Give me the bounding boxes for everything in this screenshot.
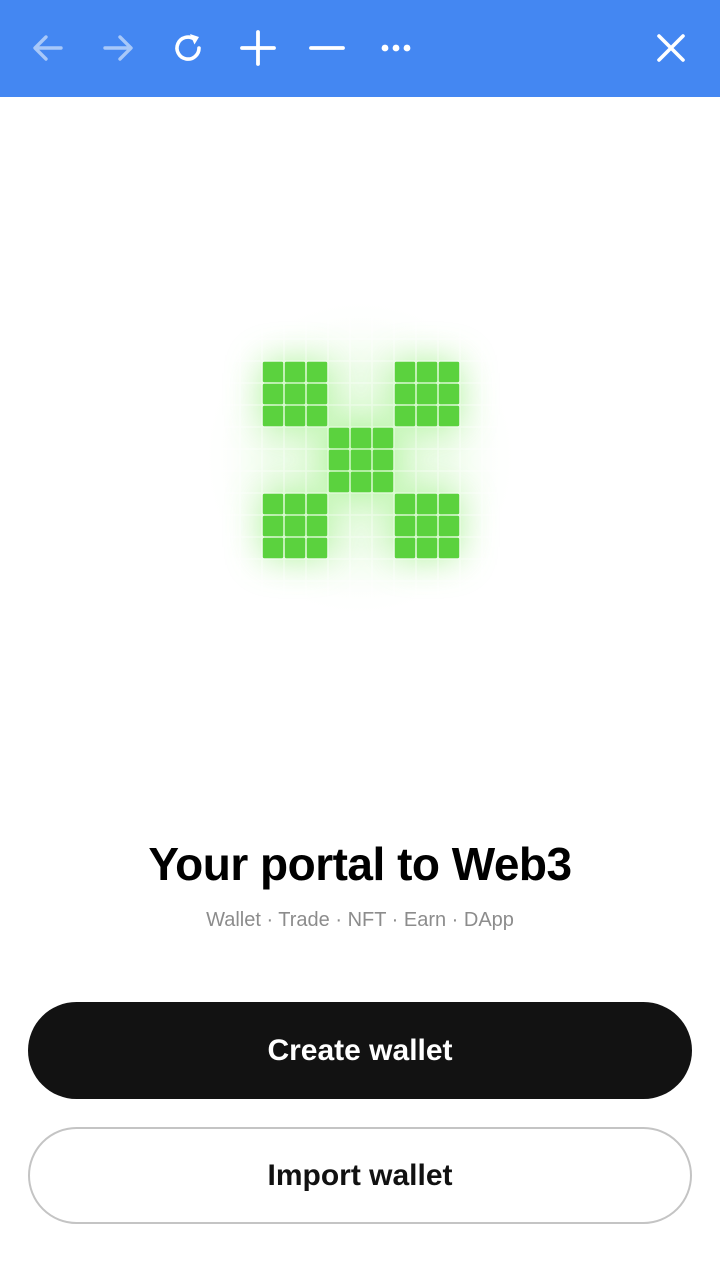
logo-pixel [416,405,438,427]
logo-pixel [306,361,328,383]
logo-pixel [262,383,284,405]
logo-pixel [438,493,460,515]
logo-pixel [284,515,306,537]
logo-pixel [284,383,306,405]
pixel-logo-icon [200,296,520,620]
logo-pixel [394,383,416,405]
logo-pixel [262,361,284,383]
logo-pixel [416,493,438,515]
logo-pixel [262,405,284,427]
logo-pixel [416,537,438,559]
more-icon [381,44,411,52]
forward-button[interactable] [88,14,148,82]
browser-toolbar [0,0,720,97]
import-wallet-label: Import wallet [267,1158,453,1192]
logo-pixel [416,515,438,537]
plus-icon [240,30,276,66]
back-arrow-icon [33,35,63,61]
logo-pixel [372,471,394,493]
logo-pixel [262,515,284,537]
logo-pixel [328,449,350,471]
logo-pixel [306,493,328,515]
logo-pixel [416,383,438,405]
forward-arrow-icon [103,35,133,61]
logo-pixel [438,405,460,427]
refresh-icon [175,34,201,61]
logo-pixel [306,405,328,427]
logo-pixel [416,361,438,383]
create-wallet-button[interactable]: Create wallet [28,1002,692,1099]
logo-pixel [372,449,394,471]
hero-title: Your portal to Web3 [148,838,572,890]
logo-pixel [394,405,416,427]
logo-pixel [394,537,416,559]
logo-pixel [306,537,328,559]
logo-pixel [284,405,306,427]
minus-icon [309,46,345,50]
logo-pixel [284,537,306,559]
logo-pixel [394,493,416,515]
logo-pixel [328,427,350,449]
logo-pixel [438,383,460,405]
more-button[interactable] [366,14,426,82]
logo-pixel [262,537,284,559]
logo-pixel [350,471,372,493]
logo-pixel [306,383,328,405]
logo-pixel [394,515,416,537]
import-wallet-button[interactable]: Import wallet [28,1127,692,1224]
refresh-button[interactable] [158,14,218,82]
logo-pixel [350,449,372,471]
logo-pixel [284,361,306,383]
logo-pixel [394,361,416,383]
close-icon [657,34,685,62]
logo-pixel [306,515,328,537]
close-button[interactable] [641,14,701,82]
okx-logo [200,296,520,620]
zoom-in-button[interactable] [228,14,288,82]
hero-subtitle: Wallet · Trade · NFT · Earn · DApp [206,909,514,931]
logo-pixel [350,427,372,449]
logo-pixel [284,493,306,515]
zoom-out-button[interactable] [297,14,357,82]
create-wallet-label: Create wallet [267,1033,453,1067]
logo-pixel [438,515,460,537]
logo-pixel [262,493,284,515]
logo-pixel [372,427,394,449]
back-button[interactable] [18,14,78,82]
logo-pixel [328,471,350,493]
logo-pixel [438,537,460,559]
logo-pixel [438,361,460,383]
